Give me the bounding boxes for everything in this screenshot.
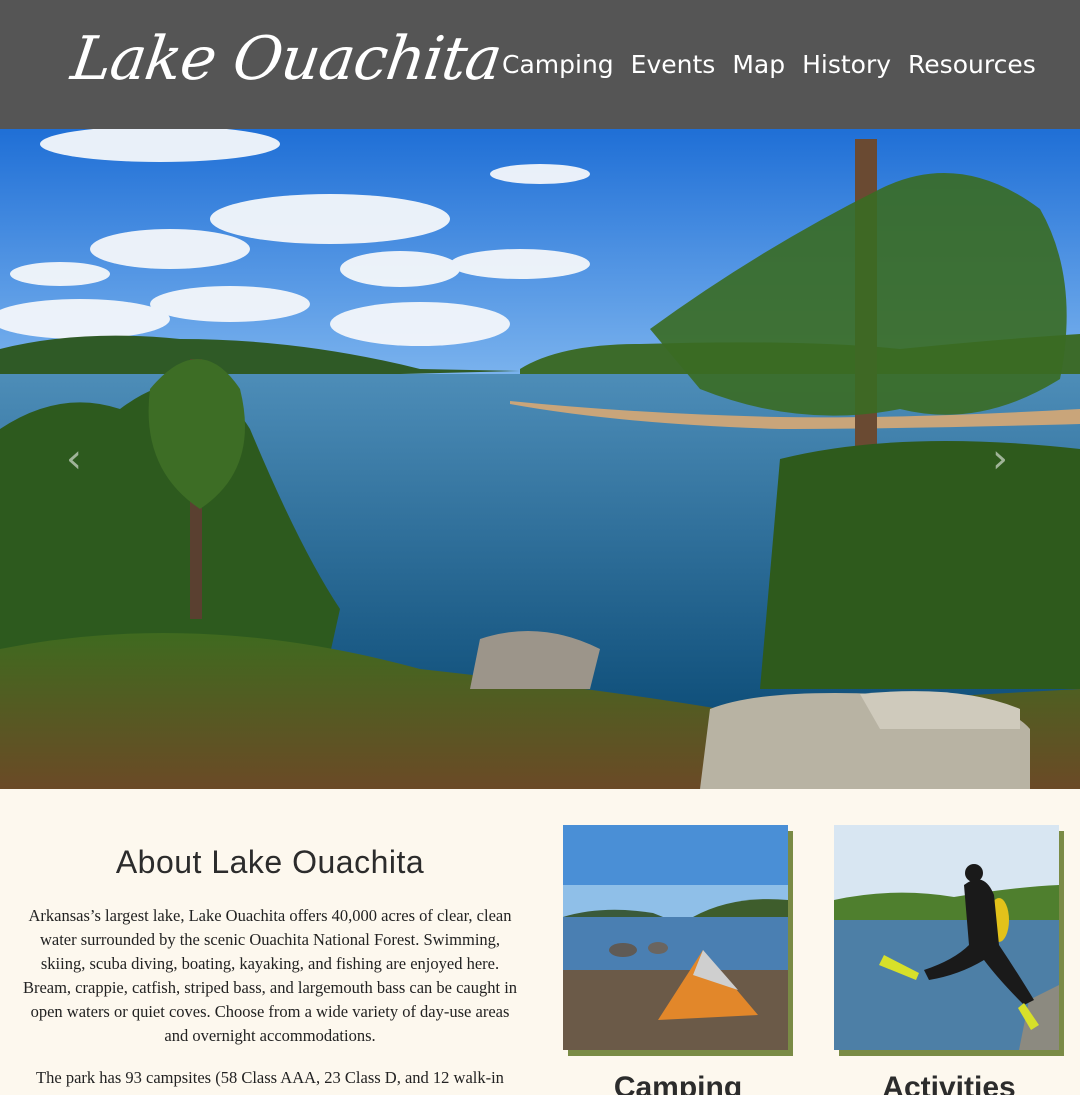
- carousel-next-button[interactable]: ›: [980, 429, 1020, 489]
- activities-image: [834, 825, 1059, 1050]
- card-camping[interactable]: Camping: [563, 825, 793, 1095]
- about-paragraph: Arkansas’s largest lake, Lake Ouachita o…: [22, 906, 518, 1045]
- site-logo[interactable]: Lake Ouachita: [66, 14, 507, 104]
- chevron-left-icon: ‹: [66, 436, 82, 482]
- nav-link-resources[interactable]: Resources: [908, 50, 1036, 79]
- chevron-right-icon: ›: [992, 436, 1008, 482]
- nav-link-history[interactable]: History: [802, 50, 891, 79]
- nav-link-map[interactable]: Map: [732, 50, 785, 79]
- about-title: About Lake Ouachita: [115, 844, 425, 880]
- nav-link-events[interactable]: Events: [631, 50, 716, 79]
- camping-image: [563, 825, 788, 1050]
- main-nav: Camping Events Map History Resources: [502, 44, 1036, 84]
- about-paragraph-2: The park has 93 campsites (58 Class AAA,…: [36, 1068, 504, 1087]
- card-title: Activities: [882, 1071, 1016, 1095]
- card-title: Camping: [613, 1071, 743, 1095]
- hero-carousel: ‹ ›: [0, 129, 1080, 789]
- about-section: About Lake Ouachita Arkansas’s largest l…: [20, 789, 520, 1095]
- site-header: Lake Ouachita Camping Events Map History…: [0, 0, 1080, 129]
- nav-link-camping[interactable]: Camping: [502, 50, 614, 79]
- carousel-prev-button[interactable]: ‹: [54, 429, 94, 489]
- card-activities[interactable]: Activities: [834, 825, 1064, 1095]
- hero-image: [0, 129, 1080, 789]
